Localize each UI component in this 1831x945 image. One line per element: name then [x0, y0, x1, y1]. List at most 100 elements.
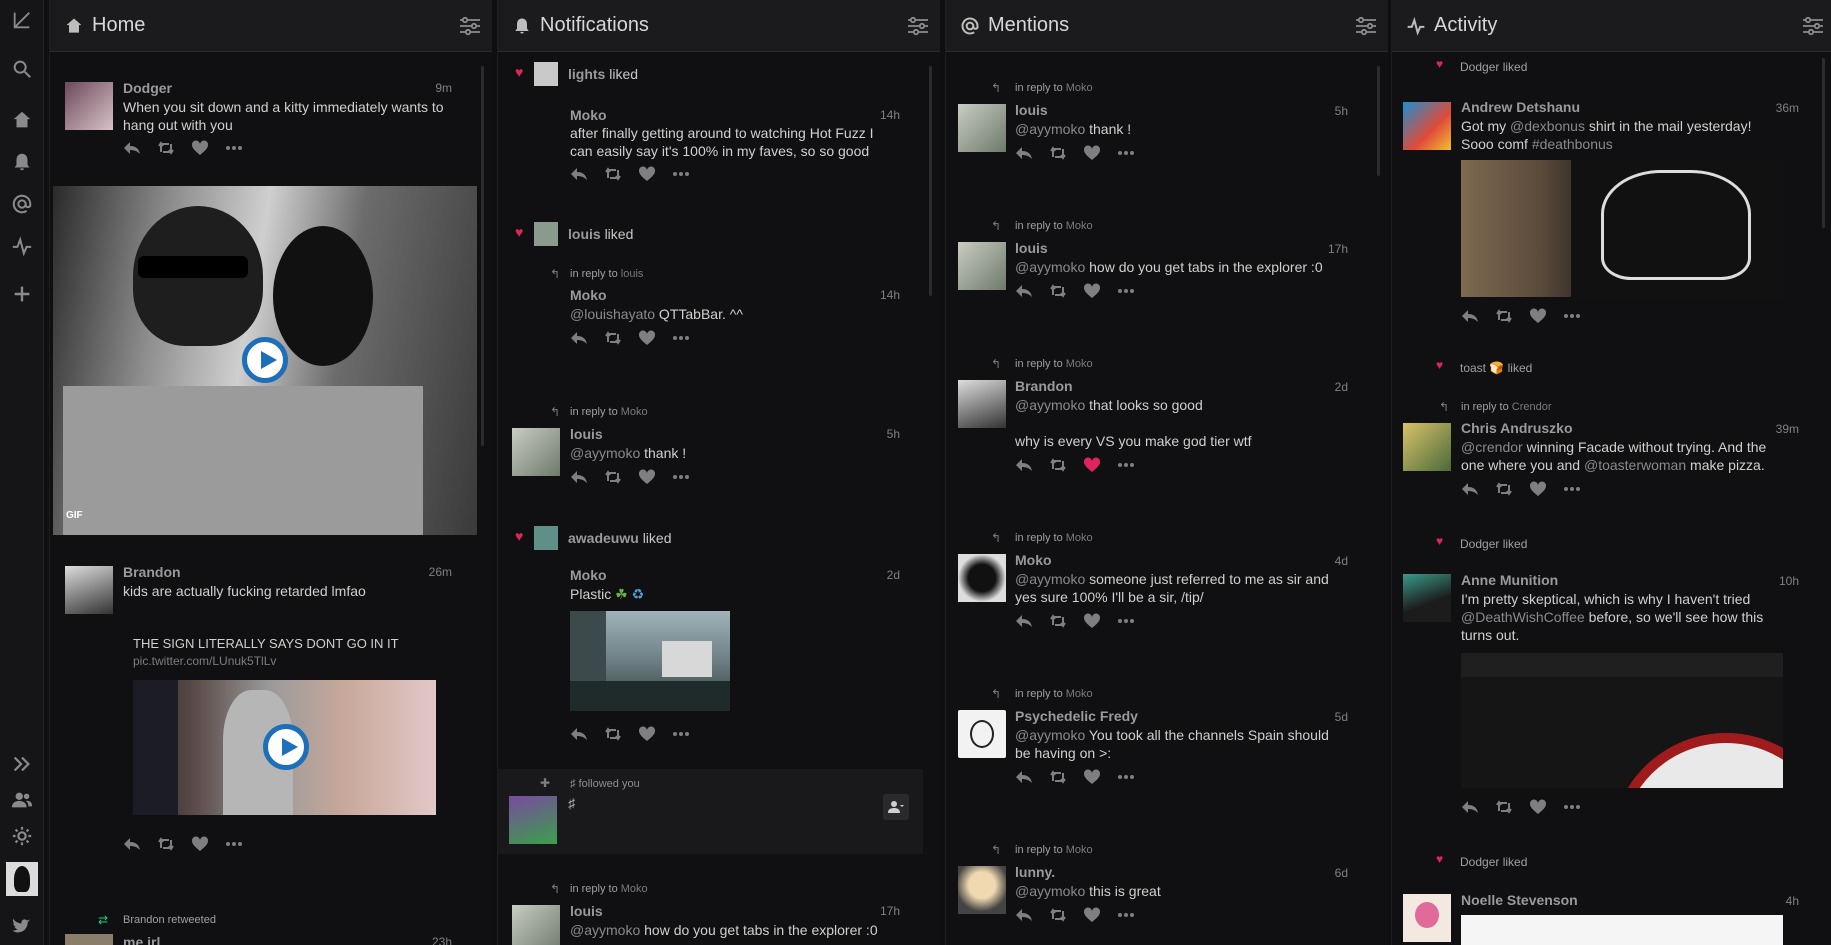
- like-icon[interactable]: [1083, 906, 1117, 924]
- retweet-icon[interactable]: [1049, 906, 1083, 924]
- column-settings-icon[interactable]: [458, 15, 482, 37]
- tweet-author[interactable]: Moko: [570, 287, 607, 303]
- retweet-icon[interactable]: [1495, 480, 1529, 498]
- column-settings-icon[interactable]: [1801, 15, 1825, 37]
- tweet-time[interactable]: 2d: [1306, 380, 1348, 394]
- tweet-author[interactable]: lunny.: [1015, 864, 1055, 880]
- tweet-time[interactable]: 5h: [1306, 104, 1348, 118]
- follow-button[interactable]: [883, 794, 909, 820]
- more-icon[interactable]: [1563, 307, 1597, 325]
- tweet-media-image[interactable]: [1461, 915, 1783, 945]
- avatar[interactable]: [958, 554, 1006, 602]
- retweet-icon[interactable]: [604, 165, 638, 183]
- avatar[interactable]: [958, 242, 1006, 290]
- twitter-bird-icon[interactable]: [8, 912, 36, 940]
- like-icon[interactable]: [1083, 612, 1117, 630]
- more-icon[interactable]: [1117, 612, 1151, 630]
- more-icon[interactable]: [1563, 798, 1597, 816]
- avatar[interactable]: [65, 82, 113, 130]
- more-icon[interactable]: [1117, 768, 1151, 786]
- more-icon[interactable]: [672, 165, 706, 183]
- tweet-author[interactable]: louis: [1015, 102, 1048, 118]
- retweet-icon[interactable]: [1049, 282, 1083, 300]
- tweet-media-image[interactable]: [1461, 160, 1783, 297]
- retweet-icon[interactable]: [1049, 768, 1083, 786]
- retweet-icon[interactable]: [1049, 144, 1083, 162]
- retweet-icon[interactable]: [1049, 612, 1083, 630]
- tweet-time[interactable]: 5d: [1306, 710, 1348, 724]
- tweet-author[interactable]: Brandon: [1015, 378, 1073, 394]
- retweet-icon[interactable]: [604, 468, 638, 486]
- more-icon[interactable]: [1563, 480, 1597, 498]
- retweet-icon[interactable]: [1495, 307, 1529, 325]
- reply-icon[interactable]: [1015, 282, 1049, 300]
- tweet-time[interactable]: 5h: [858, 427, 900, 441]
- avatar[interactable]: [65, 934, 113, 945]
- like-icon[interactable]: [191, 835, 225, 853]
- avatar[interactable]: [534, 62, 558, 86]
- like-icon[interactable]: [1083, 144, 1117, 162]
- tweet-media-gif[interactable]: GIF: [53, 186, 477, 535]
- bell-icon[interactable]: [8, 148, 36, 176]
- reply-icon[interactable]: [1015, 612, 1049, 630]
- compose-icon[interactable]: [8, 6, 36, 34]
- play-button[interactable]: [263, 724, 309, 770]
- tweet-author[interactable]: Psychedelic Fredy: [1015, 708, 1138, 724]
- like-icon[interactable]: [1529, 307, 1563, 325]
- reply-icon[interactable]: [1015, 144, 1049, 162]
- tweet-author[interactable]: me irl: [123, 934, 160, 945]
- account-avatar[interactable]: [6, 862, 38, 896]
- column-settings-icon[interactable]: [906, 15, 930, 37]
- tweet-time[interactable]: 4h: [1757, 894, 1799, 908]
- reply-icon[interactable]: [570, 468, 604, 486]
- more-icon[interactable]: [672, 329, 706, 347]
- reply-icon[interactable]: [123, 139, 157, 157]
- plus-icon[interactable]: [8, 280, 36, 308]
- retweet-icon[interactable]: [1049, 456, 1083, 474]
- scrollbar[interactable]: [481, 66, 484, 446]
- more-icon[interactable]: [1117, 906, 1151, 924]
- tweet-time[interactable]: 2d: [858, 568, 900, 582]
- reply-icon[interactable]: [1015, 456, 1049, 474]
- avatar[interactable]: [1403, 894, 1451, 942]
- more-icon[interactable]: [225, 139, 259, 157]
- like-icon[interactable]: [1083, 768, 1117, 786]
- tweet-author[interactable]: Noelle Stevenson: [1461, 892, 1578, 908]
- like-icon[interactable]: [1529, 798, 1563, 816]
- tweet-author[interactable]: Moko: [570, 107, 607, 123]
- retweet-icon[interactable]: [604, 329, 638, 347]
- retweet-icon[interactable]: [604, 725, 638, 743]
- gear-icon[interactable]: [8, 822, 36, 850]
- like-icon[interactable]: [1083, 282, 1117, 300]
- tweet-media-image[interactable]: [570, 611, 730, 711]
- tweet-time[interactable]: 26m: [410, 565, 452, 579]
- avatar[interactable]: [512, 428, 560, 476]
- avatar[interactable]: [1403, 102, 1451, 150]
- avatar[interactable]: [509, 796, 557, 844]
- reply-icon[interactable]: [1461, 798, 1495, 816]
- avatar[interactable]: [534, 526, 558, 550]
- tweet-author[interactable]: louis: [570, 426, 603, 442]
- like-icon[interactable]: [638, 329, 672, 347]
- retweet-icon[interactable]: [157, 835, 191, 853]
- tweet-time[interactable]: 6d: [1306, 866, 1348, 880]
- tweet-author[interactable]: Dodger: [123, 80, 172, 96]
- avatar[interactable]: [958, 380, 1006, 428]
- reply-icon[interactable]: [1461, 307, 1495, 325]
- search-icon[interactable]: [8, 55, 36, 83]
- avatar[interactable]: [958, 710, 1006, 758]
- at-icon[interactable]: [8, 190, 36, 218]
- more-icon[interactable]: [1117, 456, 1151, 474]
- tweet-time[interactable]: 14h: [858, 108, 900, 122]
- more-icon[interactable]: [225, 835, 259, 853]
- tweet-time[interactable]: 17h: [858, 904, 900, 918]
- scrollbar[interactable]: [1822, 58, 1825, 228]
- accounts-icon[interactable]: [8, 786, 36, 814]
- tweet-author[interactable]: Moko: [1015, 552, 1052, 568]
- tweet-time[interactable]: 39m: [1757, 422, 1799, 436]
- avatar[interactable]: [534, 222, 558, 246]
- like-icon[interactable]: [638, 165, 672, 183]
- home-icon[interactable]: [8, 106, 36, 134]
- avatar[interactable]: [1403, 423, 1451, 471]
- reply-icon[interactable]: [570, 329, 604, 347]
